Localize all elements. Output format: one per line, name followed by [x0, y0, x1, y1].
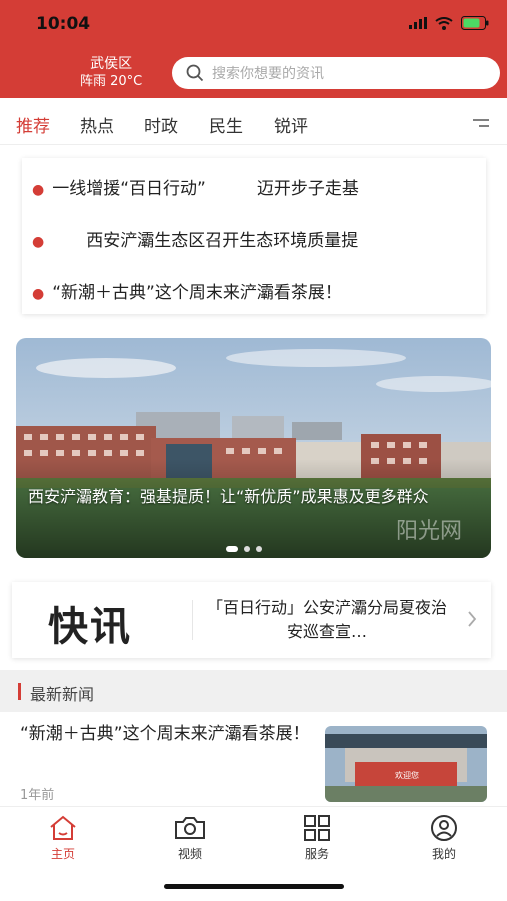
battery-icon — [461, 16, 489, 30]
search-placeholder: 搜索你想要的资讯 — [212, 66, 324, 82]
search-bar[interactable]: 搜索你想要的资讯 — [172, 57, 500, 89]
tabbar-label: 服务 — [304, 847, 329, 861]
carousel-dot[interactable] — [256, 546, 262, 552]
bullet-icon: ● — [32, 182, 45, 198]
banner-carousel[interactable]: 阳光网 西安浐灞教育：强基提质！让“新优质”成果惠及更多群众 — [16, 338, 491, 558]
headline-text: 一线增援“百日行动” 迈开步子走基 — [52, 179, 359, 199]
flash-logo: 快讯 — [48, 604, 132, 650]
flash-news-card[interactable]: 快讯 「百日行动」公安浐灞分局夏夜治安巡查宣… — [12, 582, 491, 658]
tabbar-label: 视频 — [177, 847, 202, 861]
headline-item[interactable]: ● “新潮＋古典”这个周末来浐灞看茶展！ — [32, 278, 342, 303]
tabbar-services[interactable]: 服务 — [277, 815, 357, 862]
thumb-banner-text: 欢迎您 — [395, 770, 419, 780]
section-marker — [18, 683, 21, 700]
home-indicator — [164, 884, 344, 889]
signal-icon — [409, 17, 427, 29]
status-icons — [409, 16, 489, 30]
menu-icon[interactable] — [473, 118, 489, 130]
grid-icon — [304, 815, 330, 841]
weather-text: 阵雨 20°C — [80, 74, 143, 89]
tab-recommend[interactable]: 推荐 — [16, 112, 50, 137]
bullet-icon: ● — [32, 234, 45, 250]
status-time: 10:04 — [36, 14, 91, 34]
tabbar-home[interactable]: 主页 — [23, 815, 103, 862]
chevron-right-icon — [468, 611, 477, 627]
location-weather[interactable]: 武侯区 阵雨 20°C — [80, 56, 142, 90]
tabbar-video[interactable]: 视频 — [150, 815, 230, 862]
location-city: 武侯区 — [90, 56, 133, 72]
headline-item[interactable]: ● 一线增援“百日行动” 迈开步子走基 — [32, 174, 359, 199]
headline-list: ● 一线增援“百日行动” 迈开步子走基 ● 西安浐灞生态区召开生态环境质量提 ● “… — [22, 158, 486, 314]
home-icon — [50, 815, 76, 840]
headline-item[interactable]: ● 西安浐灞生态区召开生态环境质量提 — [32, 226, 358, 251]
carousel-dots[interactable] — [226, 546, 262, 552]
tab-livelihood[interactable]: 民生 — [209, 112, 243, 137]
tabbar-label: 我的 — [431, 847, 456, 861]
banner-caption: 西安浐灞教育：强基提质！让“新优质”成果惠及更多群众 — [28, 487, 429, 506]
bullet-icon: ● — [32, 286, 45, 302]
banner-image: 阳光网 — [16, 338, 491, 558]
headline-text: “新潮＋古典”这个周末来浐灞看茶展！ — [52, 283, 342, 303]
status-bar: 10:04 — [0, 0, 507, 48]
headline-text: 西安浐灞生态区召开生态环境质量提 — [52, 231, 359, 251]
news-title: “新潮＋古典”这个周末来浐灞看茶展！ — [20, 724, 310, 744]
watermark-logo: 阳光网 — [396, 519, 462, 544]
wifi-icon — [435, 16, 453, 30]
carousel-dot-active[interactable] — [226, 546, 238, 552]
latest-news-header: 最新新闻 — [0, 670, 507, 712]
tab-politics[interactable]: 时政 — [144, 112, 178, 137]
user-icon — [431, 815, 457, 841]
news-time: 1年前 — [20, 788, 55, 803]
news-item[interactable]: “新潮＋古典”这个周末来浐灞看茶展！ 1年前 欢迎您 — [0, 712, 507, 808]
tabbar-profile[interactable]: 我的 — [404, 815, 484, 862]
flash-text: 「百日行动」公安浐灞分局夏夜治安巡查宣… — [206, 598, 447, 641]
tab-hot[interactable]: 热点 — [80, 112, 114, 137]
camera-icon — [175, 817, 205, 839]
category-tabs: 推荐 热点 时政 民生 锐评 — [0, 100, 507, 145]
tab-commentary[interactable]: 锐评 — [274, 112, 308, 137]
search-icon — [186, 64, 204, 82]
divider — [192, 600, 193, 640]
news-thumbnail: 欢迎您 — [325, 726, 487, 802]
section-title: 最新新闻 — [30, 685, 95, 704]
tabbar-label: 主页 — [50, 847, 75, 861]
carousel-dot[interactable] — [244, 546, 250, 552]
